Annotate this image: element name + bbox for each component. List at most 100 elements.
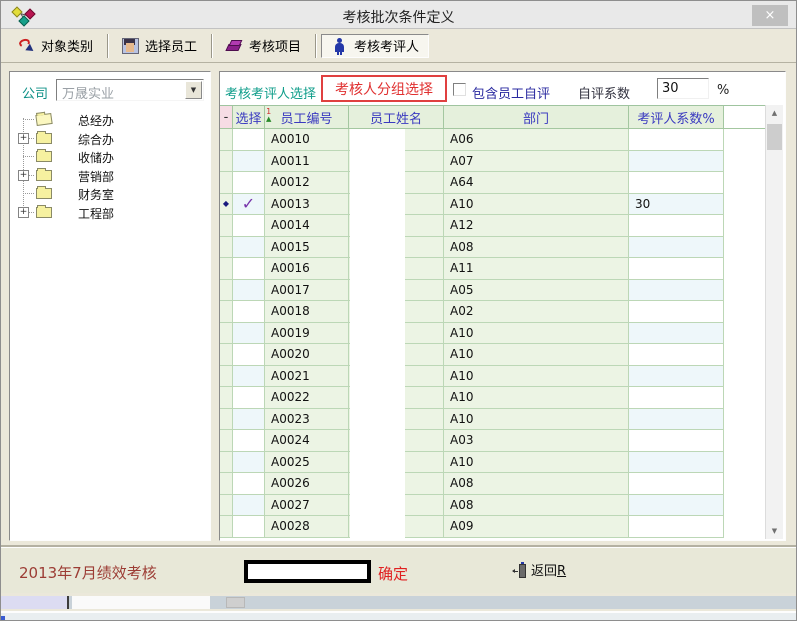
header-marker[interactable]: - bbox=[220, 106, 233, 129]
confirm-button[interactable]: 确定 bbox=[378, 563, 408, 584]
table-row[interactable]: A0024A03 bbox=[220, 430, 765, 452]
tree-item[interactable]: +综合办 bbox=[10, 129, 208, 147]
tab-evaluators[interactable]: 考核考评人 bbox=[321, 34, 429, 58]
scroll-track-white bbox=[72, 596, 210, 609]
department-cell: A08 bbox=[444, 495, 629, 517]
select-cell[interactable] bbox=[233, 237, 265, 259]
chevron-down-icon[interactable]: ▼ bbox=[185, 81, 202, 99]
select-cell[interactable] bbox=[233, 409, 265, 431]
hscrollbar-thumb[interactable] bbox=[226, 597, 245, 608]
select-cell[interactable] bbox=[233, 430, 265, 452]
coeff-cell[interactable] bbox=[629, 237, 724, 259]
tree-item[interactable]: 财务室 bbox=[10, 184, 208, 202]
table-row[interactable]: A0011A07 bbox=[220, 151, 765, 173]
table-row[interactable]: ◆✓A0013A1030 bbox=[220, 194, 765, 216]
table-row[interactable]: A0019A10 bbox=[220, 323, 765, 345]
evaluator-grouping-button[interactable]: 考核人分组选择 bbox=[321, 75, 447, 102]
return-button[interactable]: 返回R bbox=[513, 560, 566, 579]
table-row[interactable]: A0027A08 bbox=[220, 495, 765, 517]
table-row[interactable]: A0015A08 bbox=[220, 237, 765, 259]
scroll-down-icon[interactable]: ▼ bbox=[766, 523, 783, 539]
table-row[interactable]: A0012A64 bbox=[220, 172, 765, 194]
coeff-cell[interactable] bbox=[629, 516, 724, 538]
coeff-cell[interactable] bbox=[629, 409, 724, 431]
coeff-cell[interactable] bbox=[629, 387, 724, 409]
select-cell[interactable] bbox=[233, 387, 265, 409]
table-row[interactable]: A0014A12 bbox=[220, 215, 765, 237]
coeff-cell[interactable] bbox=[629, 344, 724, 366]
tree-expander[interactable]: + bbox=[18, 207, 29, 218]
table-row[interactable]: A0025A10 bbox=[220, 452, 765, 474]
tree-expander[interactable]: + bbox=[18, 133, 29, 144]
coeff-cell[interactable] bbox=[629, 430, 724, 452]
select-cell[interactable] bbox=[233, 258, 265, 280]
header-employee-code[interactable]: 1 ▲ 员工编号 bbox=[265, 106, 349, 129]
coeff-cell[interactable] bbox=[629, 366, 724, 388]
tree-item[interactable]: 收储办 bbox=[10, 147, 208, 165]
coeff-cell[interactable] bbox=[629, 151, 724, 173]
tree-item[interactable]: +营销部 bbox=[10, 166, 208, 184]
coeff-cell[interactable] bbox=[629, 473, 724, 495]
select-cell[interactable] bbox=[233, 129, 265, 151]
coeff-cell[interactable]: 30 bbox=[629, 194, 724, 216]
tab-label: 选择员工 bbox=[145, 36, 197, 55]
header-department[interactable]: 部门 bbox=[444, 106, 629, 129]
table-row[interactable]: A0022A10 bbox=[220, 387, 765, 409]
coeff-cell[interactable] bbox=[629, 258, 724, 280]
redacted-input-box[interactable] bbox=[244, 560, 371, 583]
coeff-cell[interactable] bbox=[629, 301, 724, 323]
select-cell[interactable] bbox=[233, 452, 265, 474]
coeff-cell[interactable] bbox=[629, 215, 724, 237]
table-row[interactable]: A0010A06 bbox=[220, 129, 765, 151]
table-row[interactable]: A0016A11 bbox=[220, 258, 765, 280]
select-cell[interactable] bbox=[233, 215, 265, 237]
select-cell[interactable]: ✓ bbox=[233, 194, 265, 216]
coeff-cell[interactable] bbox=[629, 495, 724, 517]
company-dropdown[interactable]: 万晟实业 ▼ bbox=[56, 79, 204, 101]
row-spacer-cell bbox=[724, 172, 765, 194]
row-spacer-cell bbox=[724, 194, 765, 216]
scroll-up-icon[interactable]: ▲ bbox=[766, 105, 783, 121]
coeff-cell[interactable] bbox=[629, 452, 724, 474]
header-employee-name[interactable]: 员工姓名 bbox=[349, 106, 444, 129]
tree-expander[interactable]: + bbox=[18, 170, 29, 181]
select-cell[interactable] bbox=[233, 172, 265, 194]
close-icon[interactable]: × bbox=[752, 5, 788, 26]
table-row[interactable]: A0028A09 bbox=[220, 516, 765, 538]
tab-object-category[interactable]: 对象类别 bbox=[9, 34, 102, 58]
coeff-cell[interactable] bbox=[629, 280, 724, 302]
include-self-eval-checkbox[interactable] bbox=[453, 83, 466, 96]
table-row[interactable]: A0018A02 bbox=[220, 301, 765, 323]
batch-title: 2013年7月绩效考核 bbox=[19, 562, 157, 583]
select-cell[interactable] bbox=[233, 301, 265, 323]
table-row[interactable]: A0021A10 bbox=[220, 366, 765, 388]
row-spacer-cell bbox=[724, 452, 765, 474]
table-row[interactable]: A0020A10 bbox=[220, 344, 765, 366]
tab-select-employee[interactable]: 选择员工 bbox=[113, 34, 206, 58]
horizontal-scrollbar-strip[interactable] bbox=[1, 596, 797, 609]
self-eval-coeff-input[interactable] bbox=[657, 78, 709, 99]
coeff-cell[interactable] bbox=[629, 323, 724, 345]
select-cell[interactable] bbox=[233, 151, 265, 173]
select-cell[interactable] bbox=[233, 323, 265, 345]
employee-code-cell: A0020 bbox=[265, 344, 349, 366]
coeff-cell[interactable] bbox=[629, 129, 724, 151]
department-cell: A10 bbox=[444, 452, 629, 474]
table-row[interactable]: A0026A08 bbox=[220, 473, 765, 495]
table-vertical-scrollbar[interactable]: ▲ ▼ bbox=[765, 105, 783, 539]
tab-assessment-items[interactable]: 考核项目 bbox=[217, 34, 310, 58]
coeff-cell[interactable] bbox=[629, 172, 724, 194]
select-cell[interactable] bbox=[233, 366, 265, 388]
select-cell[interactable] bbox=[233, 495, 265, 517]
header-select[interactable]: 选择 bbox=[233, 106, 265, 129]
select-cell[interactable] bbox=[233, 344, 265, 366]
tree-item[interactable]: 总经办 bbox=[10, 110, 208, 128]
table-row[interactable]: A0017A05 bbox=[220, 280, 765, 302]
tree-item[interactable]: +工程部 bbox=[10, 203, 208, 221]
select-cell[interactable] bbox=[233, 516, 265, 538]
select-cell[interactable] bbox=[233, 473, 265, 495]
scrollbar-thumb[interactable] bbox=[767, 124, 782, 150]
table-row[interactable]: A0023A10 bbox=[220, 409, 765, 431]
select-cell[interactable] bbox=[233, 280, 265, 302]
header-coeff[interactable]: 考评人系数% bbox=[629, 106, 724, 129]
